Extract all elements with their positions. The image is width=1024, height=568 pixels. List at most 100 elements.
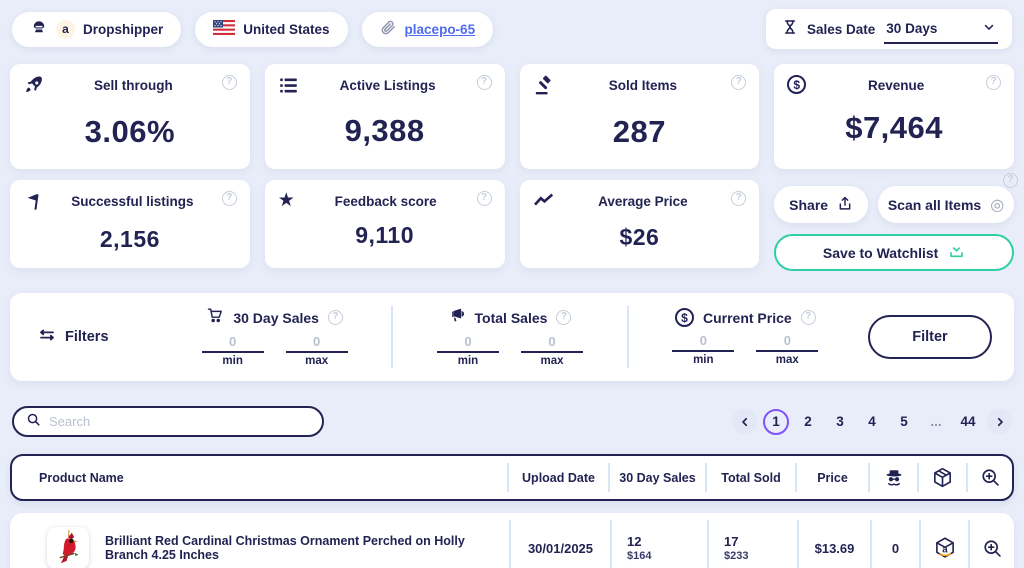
save-to-watchlist-button[interactable]: Save to Watchlist: [774, 234, 1014, 271]
help-icon[interactable]: ?: [800, 310, 816, 325]
filter-group-label: Total Sales: [474, 309, 548, 326]
dollar-circle-icon: $: [787, 75, 807, 94]
help-icon[interactable]: ?: [221, 191, 237, 206]
page-button-1[interactable]: 1: [763, 408, 789, 435]
sales-date-box: Sales Date 30 Days: [766, 9, 1012, 49]
package-icon: [917, 463, 966, 492]
trend-icon: [533, 191, 555, 214]
max-input[interactable]: [756, 333, 819, 352]
amazon-icon: a: [56, 19, 75, 39]
max-label: max: [305, 355, 329, 367]
column-header-price: Price: [795, 463, 868, 492]
gavel-icon: [533, 75, 555, 102]
stats-row-2: Successful listings ? 2,156 ★ Feedback s…: [0, 173, 1024, 271]
help-icon[interactable]: ?: [556, 310, 572, 325]
page-ellipsis: ...: [930, 414, 942, 429]
stat-title: Successful listings: [71, 194, 194, 209]
paperclip-icon: [380, 19, 397, 39]
next-page-button[interactable]: [987, 409, 1012, 434]
search-input[interactable]: [49, 414, 310, 429]
column-header-total-sold: Total Sold: [705, 463, 795, 492]
filters-icon: [38, 327, 56, 347]
search-icon: [26, 412, 41, 432]
share-button[interactable]: Share: [774, 186, 869, 223]
help-icon[interactable]: ?: [476, 191, 492, 206]
help-icon[interactable]: ?: [221, 75, 237, 90]
filters-title: Filters: [38, 327, 170, 347]
stat-value: $7,464: [845, 109, 944, 145]
chevron-down-icon: [982, 20, 996, 37]
filter-group-label: Current Price: [702, 309, 792, 326]
save-tray-icon: [948, 244, 965, 262]
seller-link-pill[interactable]: placepo-65: [361, 11, 494, 47]
sales-count: 12: [627, 534, 642, 549]
column-header-product-name: Product Name: [39, 470, 124, 485]
scan-button-label: Scan all Items: [887, 196, 982, 213]
table-row[interactable]: Brilliant Red Cardinal Christmas Ornamen…: [10, 513, 1014, 568]
page-button-4[interactable]: 4: [859, 409, 885, 435]
share-button-label: Share: [789, 196, 829, 213]
stat-value: 2,156: [99, 225, 160, 252]
product-title[interactable]: Brilliant Red Cardinal Christmas Ornamen…: [105, 534, 509, 562]
help-icon[interactable]: ?: [731, 75, 747, 90]
seller-link[interactable]: placepo-65: [405, 22, 476, 37]
stat-title: Active Listings: [339, 78, 436, 93]
hourglass-icon: [782, 18, 798, 41]
page-button-3[interactable]: 3: [827, 409, 853, 435]
stat-value: 9,388: [344, 113, 425, 148]
sales-date-value: 30 Days: [886, 20, 938, 36]
us-flag-icon: [213, 20, 236, 38]
max-label: max: [775, 354, 799, 366]
cart-icon: [206, 307, 224, 328]
help-icon[interactable]: ?: [731, 191, 747, 206]
filter-group-current-price: $ Current Price ? min max: [641, 308, 850, 366]
sold-amount: $233: [724, 550, 749, 562]
filters-bar: Filters 30 Day Sales ? min max: [10, 293, 1014, 381]
prev-page-button[interactable]: [732, 409, 757, 434]
dropshipper-icon: [30, 19, 48, 40]
divider: [626, 306, 629, 368]
sales-amount: $164: [627, 550, 652, 562]
filter-button[interactable]: Filter: [867, 315, 992, 359]
country-label: United States: [243, 21, 330, 37]
help-icon[interactable]: ?: [1003, 173, 1018, 188]
star-icon: ★: [277, 190, 295, 211]
country-selector[interactable]: United States: [195, 11, 348, 47]
top-bar: a Dropshipper United States placepo-65 S…: [0, 0, 1024, 49]
page-button-44[interactable]: 44: [955, 409, 981, 435]
profile-selector[interactable]: a Dropshipper: [12, 11, 182, 47]
stat-value: $26: [619, 223, 660, 250]
help-icon[interactable]: ?: [327, 310, 343, 325]
product-thumbnail: [47, 527, 89, 568]
zoom-product-button[interactable]: [968, 520, 1014, 568]
cell-total-sold: 17 $233: [707, 520, 797, 568]
stat-title: Average Price: [598, 194, 688, 209]
page-button-5[interactable]: 5: [891, 409, 917, 435]
amazon-product-button[interactable]: a: [919, 520, 968, 568]
min-input[interactable]: [436, 334, 499, 353]
cell-price: $13.69: [797, 520, 870, 568]
spy-icon: [868, 463, 917, 492]
search-box: [12, 406, 324, 437]
sales-date-select[interactable]: 30 Days: [884, 14, 998, 44]
filter-group-total-sales: Total Sales ? min max: [405, 307, 614, 367]
stats-row-1: Sell through ? 3.06% Active Listings ? 9…: [0, 64, 1024, 169]
max-input[interactable]: [285, 334, 348, 353]
stat-card-successful-listings: Successful listings ? 2,156: [10, 180, 250, 268]
stat-value: 3.06%: [84, 113, 176, 149]
page-button-2[interactable]: 2: [795, 409, 821, 435]
scan-all-items-button[interactable]: Scan all Items ◎: [878, 186, 1014, 223]
min-input[interactable]: [201, 334, 264, 353]
min-label: min: [457, 355, 479, 367]
max-input[interactable]: [520, 334, 583, 353]
search-row: 1 2 3 4 5 ... 44: [0, 406, 1024, 437]
profile-label: Dropshipper: [83, 21, 164, 37]
cell-competitors: 0: [870, 520, 919, 568]
share-icon: [837, 195, 853, 215]
help-icon[interactable]: ?: [476, 75, 492, 90]
max-label: max: [540, 355, 564, 367]
stat-card-active-listings: Active Listings ? 9,388: [264, 64, 505, 169]
min-input[interactable]: [672, 333, 735, 352]
min-label: min: [222, 355, 243, 367]
help-icon[interactable]: ?: [986, 75, 1001, 90]
